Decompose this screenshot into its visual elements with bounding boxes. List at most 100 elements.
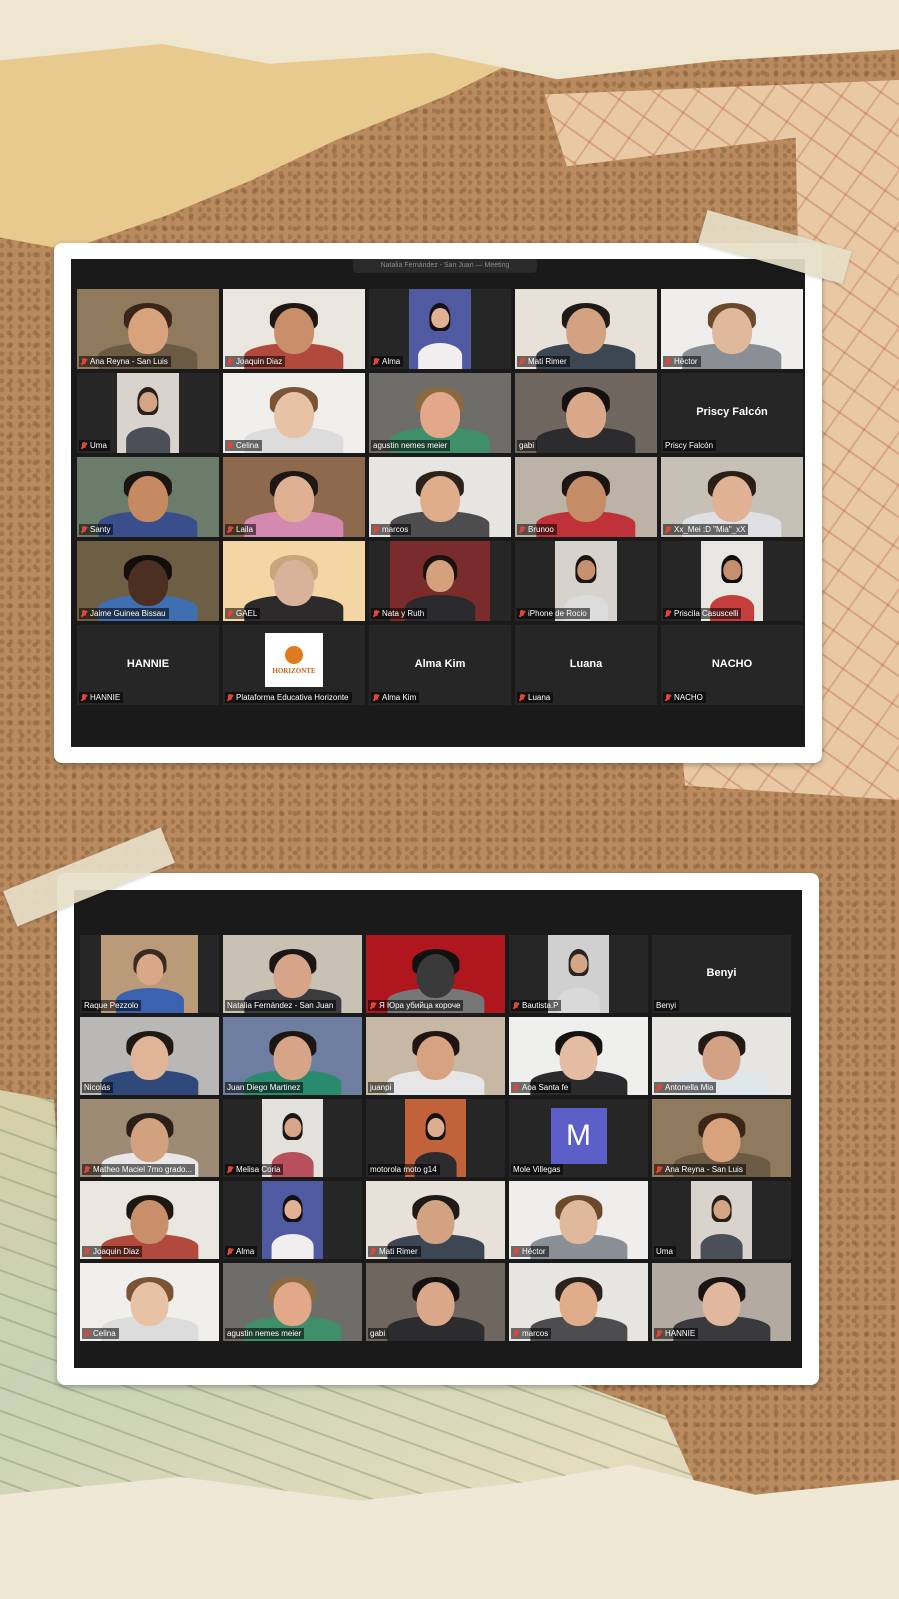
participant-tile[interactable]: Aoa Santa fe [509, 1017, 648, 1095]
participant-name-tag: agustin nemes meier [371, 440, 451, 451]
participant-tile[interactable]: HORIZONTE Plataforma Educativa Horizonte [223, 625, 365, 705]
participant-tile[interactable]: motorola moto g14 [366, 1099, 505, 1177]
participant-tile[interactable]: Xx_Mei :D "Mia"_xX [661, 457, 803, 537]
muted-mic-icon [656, 1329, 662, 1338]
participant-tile[interactable]: HANNIE [652, 1263, 791, 1341]
participant-name-tag: Mati Rimer [368, 1246, 421, 1257]
muted-mic-icon [227, 1247, 233, 1256]
participant-name-label: Benyi [656, 1001, 677, 1010]
participant-tile[interactable]: iPhone de Rocio [515, 541, 657, 621]
muted-mic-icon [81, 525, 87, 534]
participant-grid-top: Ana Reyna - San Luis Joaquin Diaz Alma Mati… [77, 289, 803, 705]
participant-tile[interactable]: agustin nemes meier [223, 1263, 362, 1341]
participant-tile[interactable]: Matheo Maciel 7mo grado... [80, 1099, 219, 1177]
participant-face [416, 1281, 455, 1327]
participant-tile[interactable]: Santy [77, 457, 219, 537]
participant-name-tag: Alma [225, 1246, 258, 1257]
participant-name-label: marcos [382, 525, 409, 534]
muted-mic-icon [519, 357, 525, 366]
participant-tile[interactable]: gabi [366, 1263, 505, 1341]
participant-face [559, 1035, 598, 1081]
participant-tile[interactable]: Celina [223, 373, 365, 453]
participant-tile[interactable]: Mati Rimer [366, 1181, 505, 1259]
participant-tile[interactable]: Héctor [509, 1181, 648, 1259]
participant-tile[interactable]: Benyi Benyi [652, 935, 791, 1013]
participant-name-tag: Priscila Casuscelli [663, 608, 742, 619]
participant-tile[interactable]: HANNIE HANNIE [77, 625, 219, 705]
participant-tile[interactable]: Héctor [661, 289, 803, 369]
muted-mic-icon [227, 525, 233, 534]
participant-tile[interactable]: Nicolás [80, 1017, 219, 1095]
participant-tile[interactable]: Uma [77, 373, 219, 453]
horizonte-logo: HORIZONTE [265, 633, 323, 687]
participant-face [130, 1199, 169, 1245]
participant-face [431, 308, 449, 329]
participant-tile[interactable]: Joaquin Diaz [80, 1181, 219, 1259]
participant-tile[interactable]: Celina [80, 1263, 219, 1341]
participant-tile[interactable]: Alma Kim Alma Kim [369, 625, 511, 705]
participant-face [577, 560, 595, 581]
participant-name-label: Brunoo [528, 525, 554, 534]
participant-tile[interactable]: M Mole Villegas [509, 1099, 648, 1177]
participant-tile[interactable]: marcos [369, 457, 511, 537]
participant-tile[interactable]: gabi [515, 373, 657, 453]
participant-name-label: Joaquin Diaz [93, 1247, 140, 1256]
participant-name-label: Alma [236, 1247, 255, 1256]
muted-mic-icon [81, 609, 87, 618]
participant-tile[interactable]: Ana Reyna - San Luis [652, 1099, 791, 1177]
participant-tile[interactable]: juanpi [366, 1017, 505, 1095]
participant-tile[interactable]: Mati Rimer [515, 289, 657, 369]
participant-tile[interactable]: GAEL [223, 541, 365, 621]
participant-name-tag: Antonella Mia [654, 1082, 717, 1093]
participant-tile[interactable]: Nata y Ruth [369, 541, 511, 621]
participant-name-label: Natalia Fernández - San Juan [227, 1001, 334, 1010]
participant-body [557, 988, 600, 1013]
participant-tile[interactable]: Alma [369, 289, 511, 369]
participant-name-label: Melisa Coria [236, 1165, 281, 1174]
participant-body [700, 1234, 743, 1259]
participant-tile[interactable]: Priscy Falcón Priscy Falcón [661, 373, 803, 453]
participant-tile[interactable]: Jaime Guinea Bissau [77, 541, 219, 621]
participant-name-tag: Я Юра убийца короче [368, 1000, 464, 1011]
participant-tile[interactable]: Natalia Fernández - San Juan [223, 935, 362, 1013]
muted-mic-icon [665, 525, 671, 534]
participant-tile[interactable]: Luana Luana [515, 625, 657, 705]
participant-tile[interactable]: Alma [223, 1181, 362, 1259]
participant-tile[interactable]: agustin nemes meier [369, 373, 511, 453]
participant-tile[interactable]: Antonella Mia [652, 1017, 791, 1095]
participant-tile[interactable]: Uma [652, 1181, 791, 1259]
participant-tile[interactable]: Bautista.P [509, 935, 648, 1013]
participant-tile[interactable]: Raque Pezzolo [80, 935, 219, 1013]
muted-mic-icon [227, 609, 233, 618]
participant-grid-bottom: Raque Pezzolo Natalia Fernández - San Jua… [80, 935, 791, 1341]
participant-name-label: Priscila Casuscelli [674, 609, 739, 618]
muted-mic-icon [656, 1165, 662, 1174]
participant-face [274, 560, 314, 606]
muted-mic-icon [227, 441, 233, 450]
participant-name-label: Héctor [674, 357, 698, 366]
participant-name-label: Santy [90, 525, 111, 534]
participant-video [261, 1181, 324, 1259]
participant-tile[interactable]: marcos [509, 1263, 648, 1341]
participant-tile[interactable]: Ana Reyna - San Luis [77, 289, 219, 369]
participant-name-label: GAEL [236, 609, 258, 618]
participant-tile[interactable]: Brunoo [515, 457, 657, 537]
participant-face [135, 953, 164, 986]
participant-tile[interactable]: Я Юра убийца короче [366, 935, 505, 1013]
participant-tile[interactable]: Juan Diego Martinez [223, 1017, 362, 1095]
participant-name-tag: NACHO [663, 692, 706, 703]
participant-name-label: Nata y Ruth [382, 609, 425, 618]
participant-tile[interactable]: Laila [223, 457, 365, 537]
participant-tile[interactable]: Joaquin Diaz [223, 289, 365, 369]
participant-tile[interactable]: Melisa Coria [223, 1099, 362, 1177]
participant-name-tag: Bautista.P [511, 1000, 562, 1011]
participant-tile[interactable]: NACHO NACHO [661, 625, 803, 705]
muted-mic-icon [665, 693, 671, 702]
participant-face [416, 953, 455, 999]
sun-icon [285, 645, 303, 664]
participant-name-label: Raque Pezzolo [84, 1001, 139, 1010]
participant-name-tag: GAEL [225, 608, 261, 619]
participant-face [712, 308, 752, 354]
participant-face [130, 1281, 169, 1327]
participant-tile[interactable]: Priscila Casuscelli [661, 541, 803, 621]
